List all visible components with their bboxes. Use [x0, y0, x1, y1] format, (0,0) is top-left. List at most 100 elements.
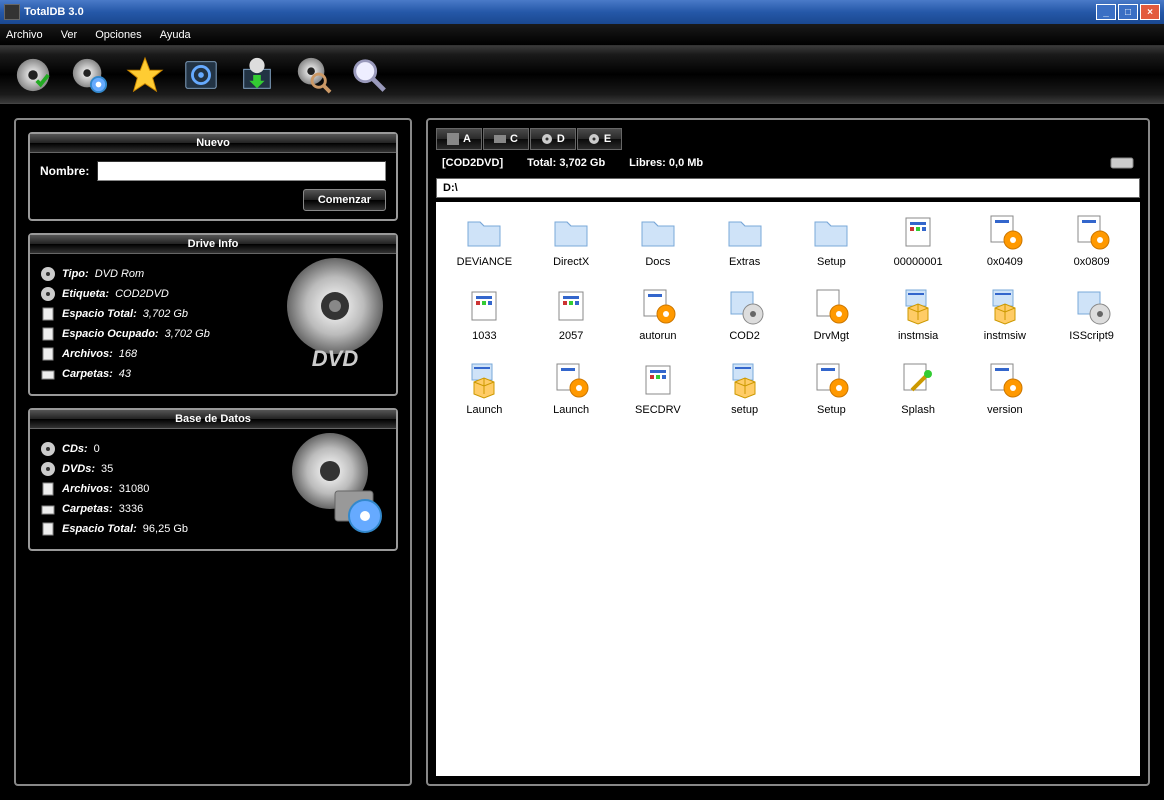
install-disc-icon [725, 286, 765, 326]
folder-icon [464, 212, 504, 252]
titlebar: TotalDB 3.0 _ □ × [0, 0, 1164, 24]
config-gear-icon [638, 286, 678, 326]
svg-text:DVD: DVD [312, 346, 359, 371]
file-item[interactable]: ISScript9 [1053, 286, 1130, 342]
menu-archivo[interactable]: Archivo [6, 29, 43, 41]
menu-ver[interactable]: Ver [61, 29, 78, 41]
toolbar-disc-gear-button[interactable] [64, 54, 114, 96]
espacio-total-label: Espacio Total: [62, 308, 137, 320]
file-item[interactable]: instmsia [880, 286, 957, 342]
config-gear-icon [985, 212, 1025, 252]
installer-box-icon [464, 360, 504, 400]
toolbar-star-button[interactable] [120, 54, 170, 96]
etiqueta-label: Etiqueta: [62, 288, 109, 300]
file-item[interactable]: DrvMgt [793, 286, 870, 342]
disc-gear-icon [70, 56, 108, 94]
folder-icon [725, 212, 765, 252]
file-item[interactable]: 1033 [446, 286, 523, 342]
file-item[interactable]: DirectX [533, 212, 610, 268]
file-item[interactable]: DEViANCE [446, 212, 523, 268]
file-icon [40, 346, 56, 362]
toolbar-download-button[interactable] [232, 54, 282, 96]
file-label: DrvMgt [814, 330, 849, 342]
file-label: instmsiw [984, 330, 1026, 342]
path-bar[interactable]: D:\ [436, 178, 1140, 198]
star-icon [126, 56, 164, 94]
espacio-total-label: Espacio Total: [62, 523, 137, 535]
tipo-label: Tipo: [62, 268, 89, 280]
comenzar-button[interactable]: Comenzar [303, 189, 386, 211]
file-label: Setup [817, 256, 846, 268]
file-label: autorun [639, 330, 676, 342]
file-item[interactable]: instmsiw [967, 286, 1044, 342]
toolbar-prefs-button[interactable] [176, 54, 226, 96]
total-value: 3,702 Gb [559, 157, 605, 169]
disc-icon [588, 133, 600, 145]
file-item[interactable]: Splash [880, 360, 957, 416]
drive-tab-e[interactable]: E [577, 128, 622, 150]
drive-tab-a[interactable]: A [436, 128, 482, 150]
nombre-label: Nombre: [40, 164, 89, 178]
file-label: Setup [817, 404, 846, 416]
file-item[interactable]: SECDRV [620, 360, 697, 416]
folder-icon [40, 366, 56, 382]
disc-icon [40, 266, 56, 282]
file-item[interactable]: Extras [706, 212, 783, 268]
file-icon [40, 481, 56, 497]
file-item[interactable]: version [967, 360, 1044, 416]
carpetas-value: 3336 [119, 503, 143, 515]
carpetas-label: Carpetas: [62, 503, 113, 515]
carpetas-label: Carpetas: [62, 368, 113, 380]
close-button[interactable]: × [1140, 4, 1160, 20]
left-panel: Nuevo Nombre: Comenzar Drive Info Tipo: … [14, 118, 412, 786]
file-item[interactable]: Launch [446, 360, 523, 416]
file-item[interactable]: Setup [793, 212, 870, 268]
maximize-button[interactable]: □ [1118, 4, 1138, 20]
file-label: version [987, 404, 1022, 416]
file-item[interactable]: Docs [620, 212, 697, 268]
file-label: COD2 [729, 330, 760, 342]
magnifier-icon [350, 56, 388, 94]
file-item[interactable]: autorun [620, 286, 697, 342]
archivos-label: Archivos: [62, 348, 113, 360]
database-graphic-icon [280, 431, 390, 541]
drive-d-label: D [557, 133, 565, 145]
file-label: SECDRV [635, 404, 681, 416]
nombre-input[interactable] [97, 161, 386, 181]
toolbar-disc-check-button[interactable] [8, 54, 58, 96]
file-label: 2057 [559, 330, 583, 342]
menu-opciones[interactable]: Opciones [95, 29, 141, 41]
file-item[interactable]: COD2 [706, 286, 783, 342]
disc-icon [40, 286, 56, 302]
file-item[interactable]: 0x0409 [967, 212, 1044, 268]
file-icon [40, 521, 56, 537]
file-label: ISScript9 [1069, 330, 1114, 342]
file-item[interactable]: Setup [793, 360, 870, 416]
file-item[interactable]: 0x0809 [1053, 212, 1130, 268]
file-item[interactable]: 2057 [533, 286, 610, 342]
drive-tab-d[interactable]: D [530, 128, 576, 150]
file-item[interactable]: 00000001 [880, 212, 957, 268]
drive-info-header: Drive Info [30, 235, 396, 254]
hdd-icon [494, 133, 506, 145]
total-label: Total: [527, 157, 556, 169]
toolbar-magnifier-button[interactable] [344, 54, 394, 96]
file-label: setup [731, 404, 758, 416]
toolbar-disc-search-button[interactable] [288, 54, 338, 96]
dvds-label: DVDs: [62, 463, 95, 475]
file-area[interactable]: DEViANCEDirectXDocsExtrasSetup000000010x… [436, 202, 1140, 776]
file-item[interactable]: Launch [533, 360, 610, 416]
menu-ayuda[interactable]: Ayuda [160, 29, 191, 41]
carpetas-value: 43 [119, 368, 131, 380]
drive-tab-c[interactable]: C [483, 128, 529, 150]
cds-value: 0 [94, 443, 100, 455]
minimize-button[interactable]: _ [1096, 4, 1116, 20]
disc-magnifier-icon [294, 56, 332, 94]
archivos-value: 168 [119, 348, 137, 360]
file-item[interactable]: setup [706, 360, 783, 416]
folder-icon [551, 212, 591, 252]
menubar: Archivo Ver Opciones Ayuda [0, 24, 1164, 46]
installer-box-icon [985, 286, 1025, 326]
file-label: DirectX [553, 256, 589, 268]
config-icon [464, 286, 504, 326]
